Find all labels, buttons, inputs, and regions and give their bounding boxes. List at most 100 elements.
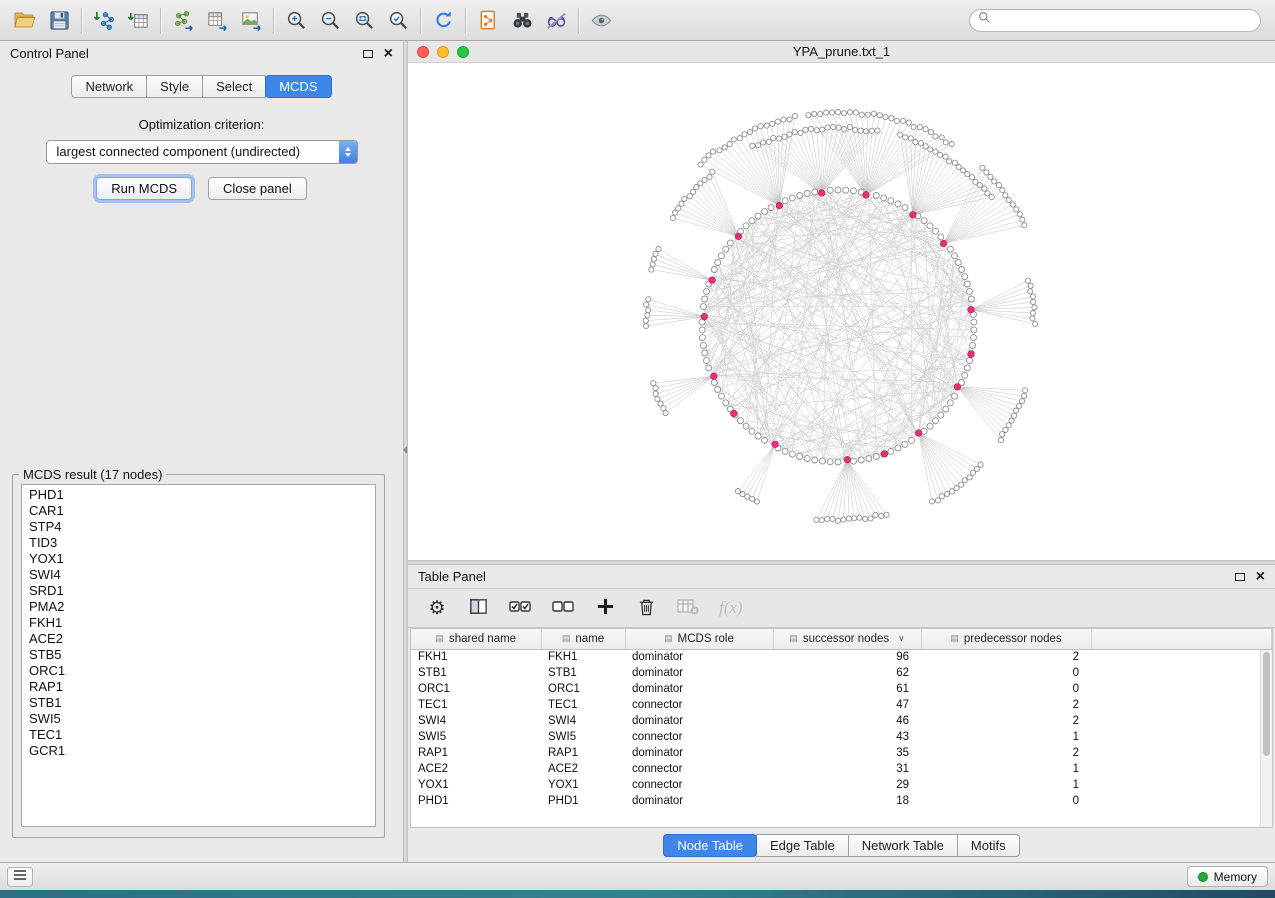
mcds-result-item[interactable]: FKH1 bbox=[22, 615, 375, 631]
memory-button[interactable]: Memory bbox=[1187, 866, 1268, 887]
mcds-result-title: MCDS result (17 nodes) bbox=[19, 467, 166, 482]
search-input[interactable] bbox=[997, 13, 1252, 27]
import-network-button[interactable] bbox=[87, 5, 121, 35]
mcds-result-item[interactable]: ORC1 bbox=[22, 663, 375, 679]
zoom-fit-icon bbox=[353, 9, 376, 32]
mcds-result-item[interactable]: RAP1 bbox=[22, 679, 375, 695]
mcds-result-item[interactable]: TID3 bbox=[22, 535, 375, 551]
import-table-button[interactable] bbox=[121, 5, 155, 35]
column-chooser-icon bbox=[469, 597, 488, 619]
run-mcds-button[interactable]: Run MCDS bbox=[96, 177, 192, 200]
vertical-splitter[interactable] bbox=[403, 41, 408, 862]
select-all-icon bbox=[508, 598, 532, 619]
table-row[interactable]: RAP1RAP1dominator352 bbox=[411, 745, 1272, 761]
mcds-result-item[interactable]: CAR1 bbox=[22, 503, 375, 519]
table-cell: dominator bbox=[625, 745, 773, 761]
table-row[interactable]: YOX1YOX1connector291 bbox=[411, 777, 1272, 793]
table-cell: TEC1 bbox=[541, 697, 625, 713]
column-header-filler bbox=[1091, 629, 1272, 649]
table-row[interactable]: PHD1PHD1dominator180 bbox=[411, 793, 1272, 809]
mcds-result-item[interactable]: STP4 bbox=[22, 519, 375, 535]
column-header-name[interactable]: ▤name bbox=[541, 629, 625, 649]
tab-style[interactable]: Style bbox=[146, 75, 203, 98]
search-network-icon bbox=[511, 9, 534, 32]
sort-dropdown-icon[interactable]: ∨ bbox=[898, 633, 905, 644]
select-all-button[interactable] bbox=[508, 595, 532, 621]
table-scrollbar[interactable] bbox=[1260, 650, 1272, 827]
share-document-button[interactable] bbox=[471, 5, 505, 35]
column-chooser-button[interactable] bbox=[467, 595, 489, 621]
export-network-button[interactable] bbox=[166, 5, 200, 35]
mcds-result-item[interactable]: STB1 bbox=[22, 695, 375, 711]
float-table-panel-icon[interactable] bbox=[1235, 573, 1245, 581]
control-panel-title: Control Panel bbox=[10, 46, 89, 61]
column-header-MCDS-role[interactable]: ▤MCDS role bbox=[625, 629, 773, 649]
network-canvas[interactable] bbox=[408, 63, 1275, 560]
window-zoom-button[interactable] bbox=[457, 46, 469, 58]
mcds-result-item[interactable]: GCR1 bbox=[22, 743, 375, 759]
search-box[interactable] bbox=[969, 9, 1261, 32]
mcds-result-item[interactable]: PMA2 bbox=[22, 599, 375, 615]
mcds-result-item[interactable]: SWI4 bbox=[22, 567, 375, 583]
zoom-fit-button[interactable] bbox=[347, 5, 381, 35]
column-header-successor-nodes[interactable]: ▤successor nodes∨ bbox=[773, 629, 921, 649]
mcds-result-item[interactable]: ACE2 bbox=[22, 631, 375, 647]
network-graph[interactable] bbox=[408, 63, 1275, 560]
function-builder-button: f(x) bbox=[719, 595, 743, 621]
mcds-result-item[interactable]: STB5 bbox=[22, 647, 375, 663]
column-grid-icon: ▤ bbox=[789, 633, 798, 644]
mcds-result-item[interactable]: TEC1 bbox=[22, 727, 375, 743]
table-cell: SWI4 bbox=[541, 713, 625, 729]
show-eye-button[interactable] bbox=[584, 5, 618, 35]
tab-mcds[interactable]: MCDS bbox=[265, 75, 331, 98]
tab-edge-table[interactable]: Edge Table bbox=[756, 834, 849, 857]
clear-selection-button[interactable] bbox=[551, 595, 575, 621]
mcds-result-item[interactable]: SRD1 bbox=[22, 583, 375, 599]
search-network-button[interactable] bbox=[505, 5, 539, 35]
table-cell: 1 bbox=[921, 729, 1091, 745]
tab-network[interactable]: Network bbox=[71, 75, 147, 98]
tab-network-table[interactable]: Network Table bbox=[848, 834, 958, 857]
close-panel-button[interactable]: Close panel bbox=[208, 177, 307, 200]
tab-motifs[interactable]: Motifs bbox=[957, 834, 1020, 857]
table-row[interactable]: FKH1FKH1dominator962 bbox=[411, 649, 1272, 665]
criterion-dropdown[interactable]: largest connected component (undirected) bbox=[46, 140, 358, 164]
refresh-button[interactable] bbox=[426, 5, 460, 35]
zoom-out-button[interactable] bbox=[313, 5, 347, 35]
table-row[interactable]: SWI5SWI5connector431 bbox=[411, 729, 1272, 745]
hide-glasses-button[interactable] bbox=[539, 5, 573, 35]
delete-entry-button[interactable] bbox=[635, 595, 657, 621]
column-grid-icon: ▤ bbox=[950, 633, 959, 644]
add-entry-button[interactable] bbox=[594, 595, 616, 621]
mcds-result-item[interactable]: PHD1 bbox=[22, 487, 375, 503]
column-header-label: predecessor nodes bbox=[964, 633, 1062, 645]
export-image-button[interactable] bbox=[234, 5, 268, 35]
clear-table-icon bbox=[676, 598, 700, 619]
mcds-result-item[interactable]: SWI5 bbox=[22, 711, 375, 727]
column-header-shared-name[interactable]: ▤shared name bbox=[411, 629, 541, 649]
open-folder-button[interactable] bbox=[8, 5, 42, 35]
tab-node-table[interactable]: Node Table bbox=[663, 834, 757, 857]
zoom-selected-button[interactable] bbox=[381, 5, 415, 35]
close-panel-icon[interactable]: × bbox=[384, 46, 393, 62]
tab-select[interactable]: Select bbox=[202, 75, 266, 98]
column-header-predecessor-nodes[interactable]: ▤ predecessor nodes bbox=[921, 629, 1091, 649]
save-button[interactable] bbox=[42, 5, 76, 35]
float-panel-icon[interactable] bbox=[363, 50, 373, 58]
window-close-button[interactable] bbox=[417, 46, 429, 58]
zoom-in-button[interactable] bbox=[279, 5, 313, 35]
table-row[interactable]: STB1STB1dominator620 bbox=[411, 665, 1272, 681]
mcds-result-list[interactable]: PHD1CAR1STP4TID3YOX1SWI4SRD1PMA2FKH1ACE2… bbox=[21, 484, 376, 827]
close-table-panel-icon[interactable]: × bbox=[1256, 569, 1265, 585]
mcds-result-item[interactable]: YOX1 bbox=[22, 551, 375, 567]
export-table-button[interactable] bbox=[200, 5, 234, 35]
table-row[interactable]: ORC1ORC1dominator610 bbox=[411, 681, 1272, 697]
table-row[interactable]: ACE2ACE2connector311 bbox=[411, 761, 1272, 777]
settings-gear-button[interactable]: ⚙ bbox=[426, 595, 448, 621]
table-row[interactable]: TEC1TEC1connector472 bbox=[411, 697, 1272, 713]
table-cell: TEC1 bbox=[411, 697, 541, 713]
table-scrollbar-thumb[interactable] bbox=[1263, 652, 1270, 756]
window-minimize-button[interactable] bbox=[437, 46, 449, 58]
status-menu-button[interactable] bbox=[7, 867, 33, 887]
table-row[interactable]: SWI4SWI4dominator462 bbox=[411, 713, 1272, 729]
